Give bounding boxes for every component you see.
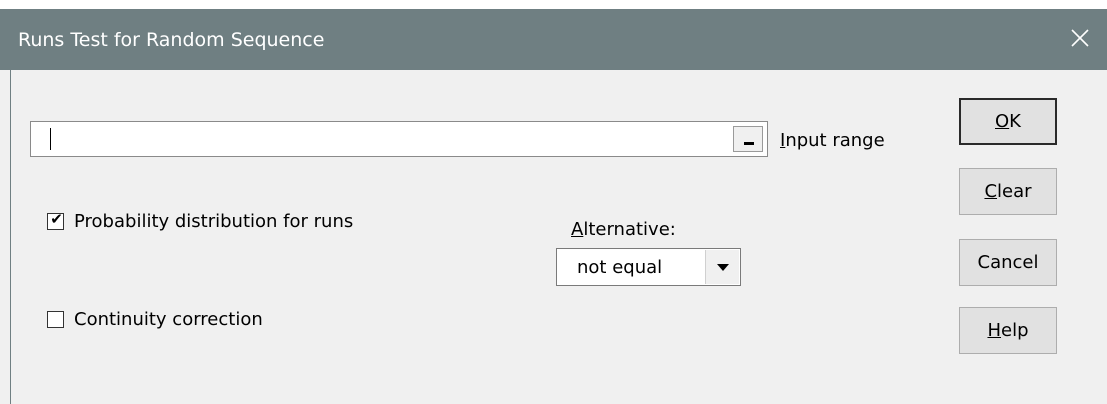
dialog-window: Runs Test for Random Sequence Input rang… <box>0 0 1107 404</box>
text-caret <box>50 128 51 150</box>
range-picker-button[interactable] <box>733 126 763 152</box>
alternative-dropdown[interactable]: not equal <box>556 248 741 286</box>
dropdown-arrow-button[interactable] <box>705 250 739 284</box>
ok-button[interactable]: OK <box>959 98 1057 145</box>
close-icon[interactable] <box>1065 23 1095 53</box>
checkmark-icon: ✔ <box>50 210 63 228</box>
help-button[interactable]: Help <box>959 307 1057 354</box>
continuity-label[interactable]: Continuity correction <box>74 309 263 330</box>
probability-label[interactable]: Probability distribution for runs <box>74 211 353 232</box>
title-bar[interactable]: Runs Test for Random Sequence <box>0 9 1107 70</box>
input-range-field[interactable] <box>30 121 768 157</box>
cancel-button[interactable]: Cancel <box>959 239 1057 286</box>
continuity-checkbox[interactable] <box>47 311 64 328</box>
probability-checkbox[interactable]: ✔ <box>47 210 64 230</box>
input-range-label: Input range <box>780 130 885 151</box>
top-strip <box>0 0 1107 9</box>
clear-button[interactable]: Clear <box>959 168 1057 215</box>
chevron-down-icon <box>717 264 729 271</box>
collapse-icon <box>744 142 754 145</box>
alternative-label: Alternative: <box>571 219 676 240</box>
alternative-selected: not equal <box>577 257 663 278</box>
window-title: Runs Test for Random Sequence <box>18 29 325 51</box>
